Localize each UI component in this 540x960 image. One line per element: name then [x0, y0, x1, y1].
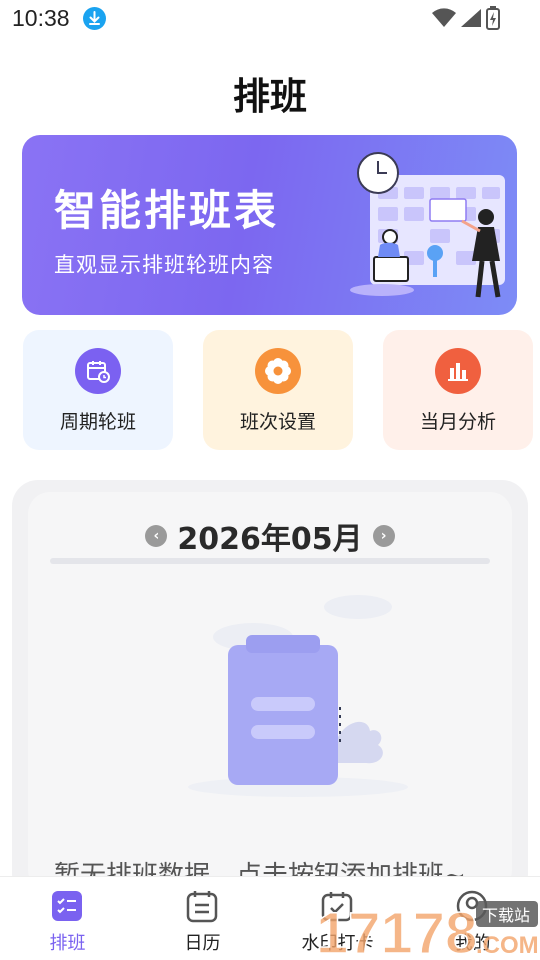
quick-action-cycle-shift[interactable]: 周期轮班 [23, 330, 173, 450]
banner-title: 智能排班表 [54, 186, 280, 235]
calendar-icon [186, 891, 218, 923]
calendar-clock-icon [75, 348, 121, 394]
chevron-right-icon[interactable]: › [372, 525, 395, 547]
svg-text:.COM: .COM [476, 932, 539, 959]
banner-subtitle: 直观显示排班轮班内容 [54, 253, 274, 277]
nav-item-calendar[interactable]: 日历 [135, 877, 270, 960]
battery-charging-icon [486, 6, 500, 30]
calendar-card: ‹ 2026年05月 › 暂无排班数据，点击按钮添加排班~ [28, 492, 512, 892]
quick-action-monthly-analysis[interactable]: 当月分析 [383, 330, 533, 450]
site-watermark-logo: 17178 下载站 .COM [316, 900, 539, 960]
wifi-icon [432, 8, 456, 27]
chevron-left-icon[interactable]: ‹ [145, 525, 168, 547]
download-icon [83, 7, 106, 30]
status-bar: 10:38 [0, 0, 540, 40]
promo-banner[interactable]: 智能排班表 直观显示排班轮班内容 [22, 135, 517, 315]
month-selector: ‹ 2026年05月 › [28, 516, 512, 557]
quick-action-label: 当月分析 [419, 411, 496, 433]
quick-action-label: 周期轮班 [59, 411, 136, 433]
schedule-list-icon [52, 891, 82, 921]
svg-text:下载站: 下载站 [482, 906, 530, 925]
clipboard-illustration-icon [188, 595, 408, 797]
status-time: 10:38 [12, 5, 70, 31]
divider [50, 558, 490, 564]
svg-text:17178: 17178 [316, 901, 477, 960]
quick-action-shift-settings[interactable]: 班次设置 [203, 330, 353, 450]
page-title: 排班 [233, 75, 307, 118]
status-icons [432, 6, 500, 30]
schedule-illustration-icon [350, 152, 505, 298]
nav-label: 日历 [184, 933, 221, 954]
month-title: 2026年05月 [177, 522, 363, 557]
signal-icon [461, 9, 481, 27]
nav-label: 排班 [49, 933, 86, 954]
quick-action-label: 班次设置 [239, 411, 316, 433]
gear-icon [255, 348, 301, 394]
bar-chart-icon [435, 348, 481, 394]
nav-item-schedule[interactable]: 排班 [0, 877, 135, 960]
